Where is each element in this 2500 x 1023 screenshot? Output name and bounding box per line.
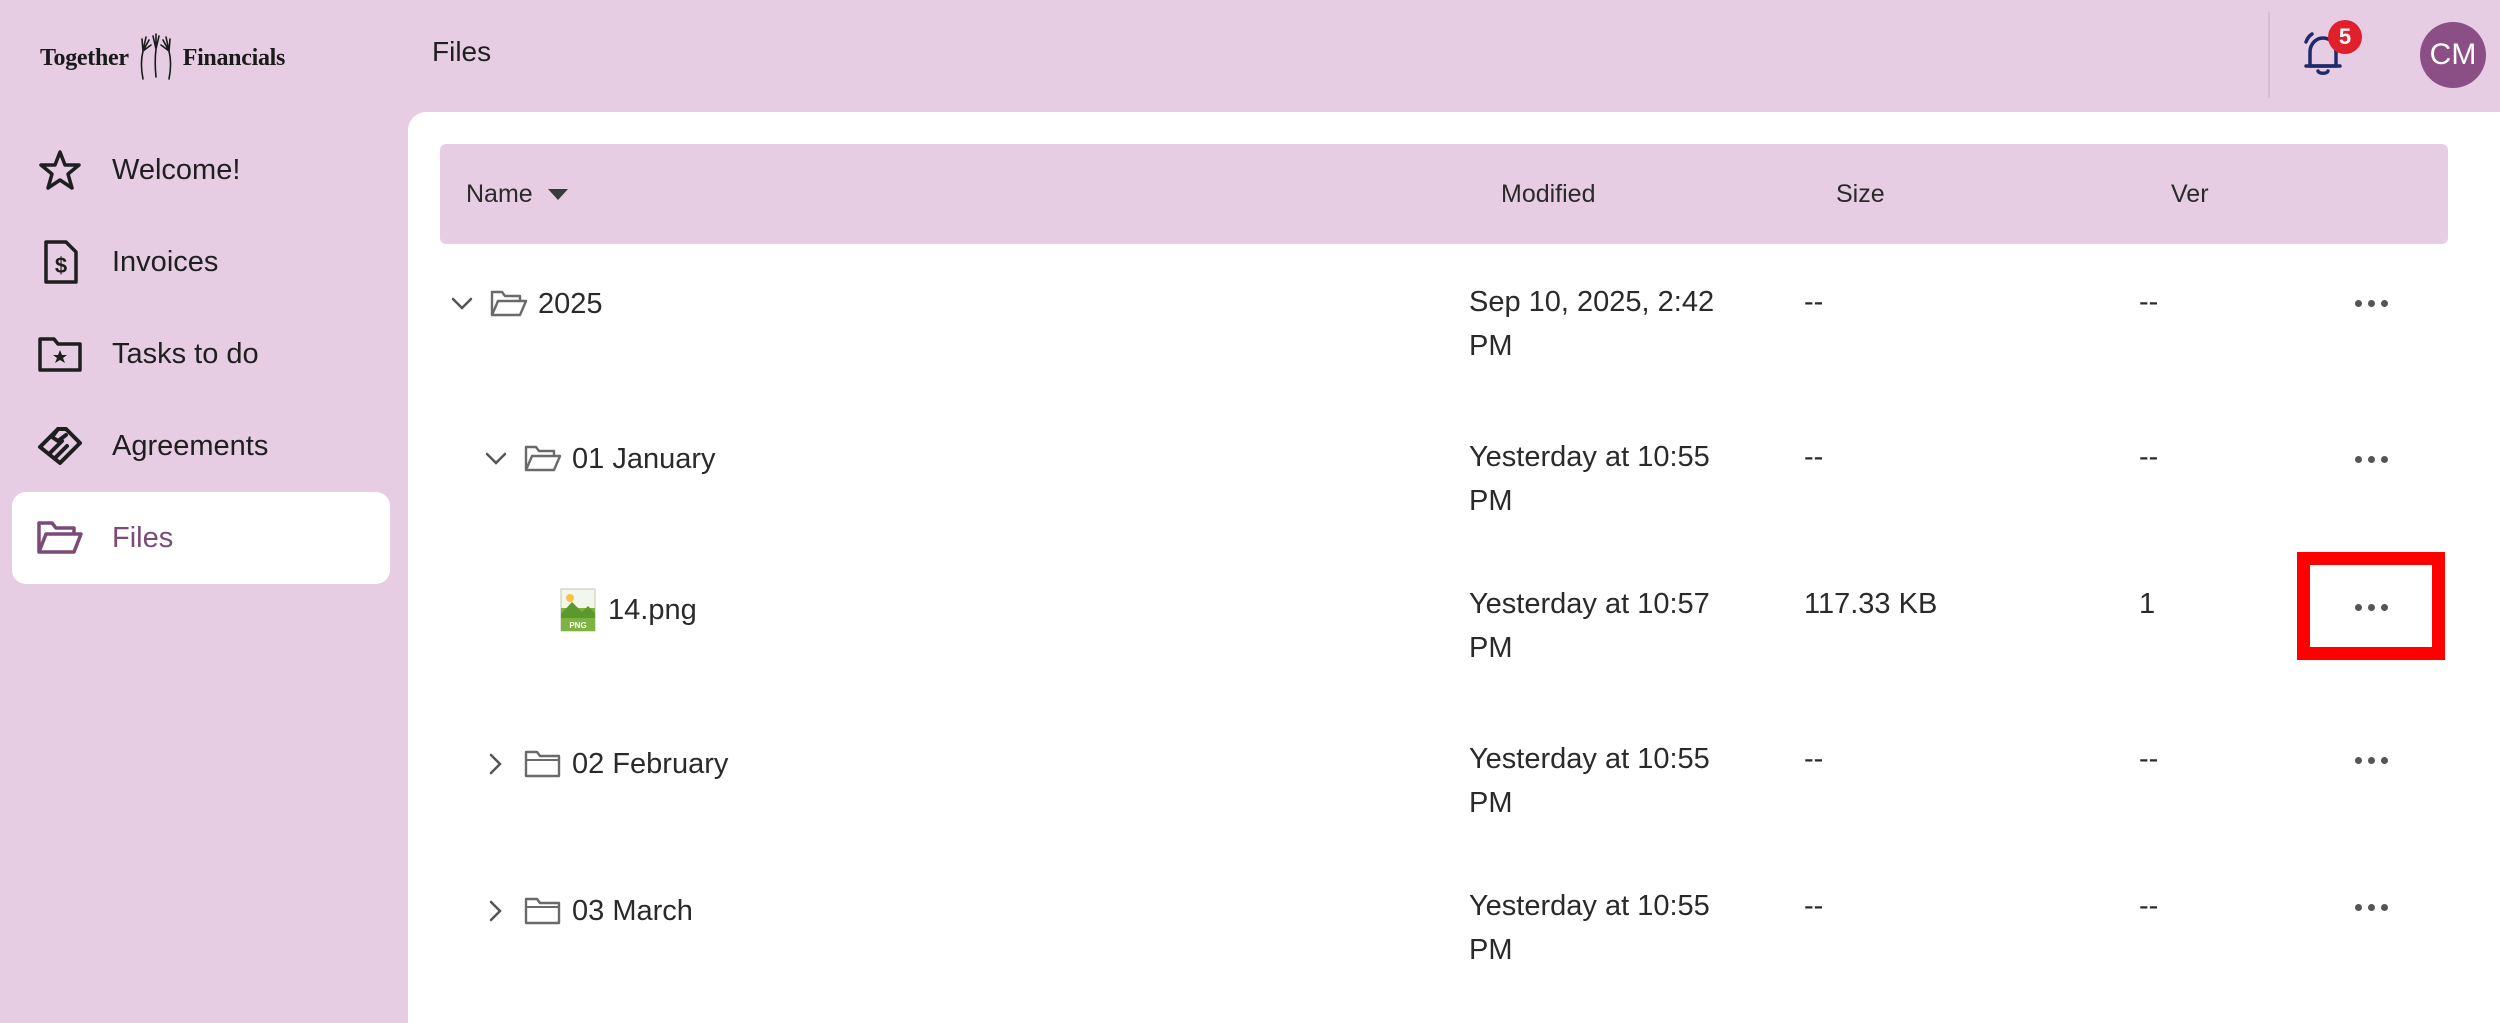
modified-line1: Yesterday at 10:55 xyxy=(1469,441,1710,473)
table-row[interactable]: 2025 Sep 10, 2025, 2:42 PM -- -- xyxy=(408,280,2500,430)
row-name: 14.png xyxy=(608,593,697,626)
chevron-right-icon[interactable] xyxy=(480,895,512,927)
table-header: Name Modified Size Ver xyxy=(440,144,2448,244)
sidebar-item-label: Invoices xyxy=(112,245,219,278)
app-window: Together Financials Files 5 CM Welcome! … xyxy=(0,0,2500,1023)
handshake-icon xyxy=(36,422,84,470)
more-options-button[interactable] xyxy=(2336,740,2406,780)
sidebar-item-tasks[interactable]: Tasks to do xyxy=(12,308,390,400)
modified-line2: PM xyxy=(1469,787,1513,819)
column-label-name: Name xyxy=(466,179,533,208)
folder-open-icon xyxy=(490,287,530,321)
page-title: Files xyxy=(432,36,492,67)
size-cell: -- xyxy=(1804,743,1824,775)
table-row[interactable]: 03 March Yesterday at 10:55 PM -- -- xyxy=(408,890,2500,1023)
column-header-ver[interactable]: Ver xyxy=(2171,144,2209,244)
modified-line2: PM xyxy=(1469,934,1513,966)
modified-line1: Yesterday at 10:55 xyxy=(1469,890,1710,922)
table-row[interactable]: 01 January Yesterday at 10:55 PM -- -- xyxy=(408,435,2500,585)
folder-open-icon xyxy=(524,442,564,476)
files-panel: Name Modified Size Ver 2025 Sep 10, 2025… xyxy=(408,112,2500,1023)
ver-cell: -- xyxy=(2139,441,2159,473)
ver-cell: -- xyxy=(2139,743,2159,775)
user-avatar[interactable]: CM xyxy=(2420,22,2486,88)
svg-text:$: $ xyxy=(55,253,67,278)
name-cell: 02 February xyxy=(480,740,728,788)
column-header-name[interactable]: Name xyxy=(466,144,569,244)
row-name: 02 February xyxy=(572,747,729,780)
size-cell: 117.33 KB xyxy=(1804,588,1938,620)
more-options-button[interactable] xyxy=(2336,587,2406,627)
modified-line2: PM xyxy=(1469,485,1513,517)
size-cell: -- xyxy=(1804,286,1824,318)
sidebar-item-label: Agreements xyxy=(112,429,269,462)
column-header-modified[interactable]: Modified xyxy=(1501,144,1596,244)
column-header-size[interactable]: Size xyxy=(1836,144,1885,244)
modified-line1: Yesterday at 10:55 xyxy=(1469,743,1710,775)
modified-cell: Yesterday at 10:57 PM xyxy=(1469,582,1759,670)
sidebar-item-invoices[interactable]: $ Invoices xyxy=(12,216,390,308)
star-icon xyxy=(36,146,84,194)
folder-open-icon xyxy=(36,514,84,562)
sidebar-item-label: Welcome! xyxy=(112,153,241,186)
size-cell: -- xyxy=(1804,890,1824,922)
more-options-button[interactable] xyxy=(2336,439,2406,479)
size-cell: -- xyxy=(1804,441,1824,473)
svg-text:PNG: PNG xyxy=(569,621,586,630)
sidebar-item-welcome[interactable]: Welcome! xyxy=(12,124,390,216)
modified-cell: Yesterday at 10:55 PM xyxy=(1469,737,1759,825)
sidebar-item-files[interactable]: Files xyxy=(12,492,390,584)
ver-cell: -- xyxy=(2139,286,2159,318)
sidebar-item-agreements[interactable]: Agreements xyxy=(12,400,390,492)
table-row[interactable]: PNG 14.png Yesterday at 10:57 PM 117.33 … xyxy=(408,552,2500,740)
name-cell: 03 March xyxy=(480,887,693,935)
topbar-divider xyxy=(2268,12,2270,98)
more-options-button[interactable] xyxy=(2336,283,2406,323)
chevron-down-icon[interactable] xyxy=(480,443,512,475)
sort-down-icon xyxy=(547,189,568,200)
row-name: 01 January xyxy=(572,442,716,475)
modified-cell: Yesterday at 10:55 PM xyxy=(1469,884,1759,972)
folder-icon xyxy=(524,747,564,781)
invoice-icon: $ xyxy=(36,238,84,286)
chevron-right-icon[interactable] xyxy=(480,748,512,780)
name-cell: 01 January xyxy=(480,435,716,483)
name-cell: PNG 14.png xyxy=(560,586,697,634)
modified-line1: Yesterday at 10:57 xyxy=(1469,588,1710,620)
sidebar-item-label: Tasks to do xyxy=(112,337,259,370)
notification-count-badge: 5 xyxy=(2328,20,2362,54)
modified-cell: Yesterday at 10:55 PM xyxy=(1469,435,1759,523)
chevron-down-icon[interactable] xyxy=(446,288,478,320)
modified-line1: Sep 10, 2025, 2:42 xyxy=(1469,286,1715,318)
modified-line2: PM xyxy=(1469,330,1513,362)
task-folder-icon xyxy=(36,330,84,378)
row-name: 2025 xyxy=(538,287,603,320)
table-row[interactable]: 02 February Yesterday at 10:55 PM -- -- xyxy=(408,743,2500,895)
folder-icon xyxy=(524,894,564,928)
name-cell: 2025 xyxy=(446,280,603,328)
sidebar-item-label: Files xyxy=(112,521,174,554)
modified-line2: PM xyxy=(1469,632,1513,664)
ver-cell: 1 xyxy=(2139,588,2156,620)
ver-cell: -- xyxy=(2139,890,2159,922)
row-name: 03 March xyxy=(572,894,693,927)
sidebar: Welcome! $ Invoices Tasks to do Agreemen… xyxy=(0,0,400,1023)
more-options-button[interactable] xyxy=(2336,887,2406,927)
modified-cell: Sep 10, 2025, 2:42 PM xyxy=(1469,280,1759,368)
png-file-icon: PNG xyxy=(560,588,596,632)
